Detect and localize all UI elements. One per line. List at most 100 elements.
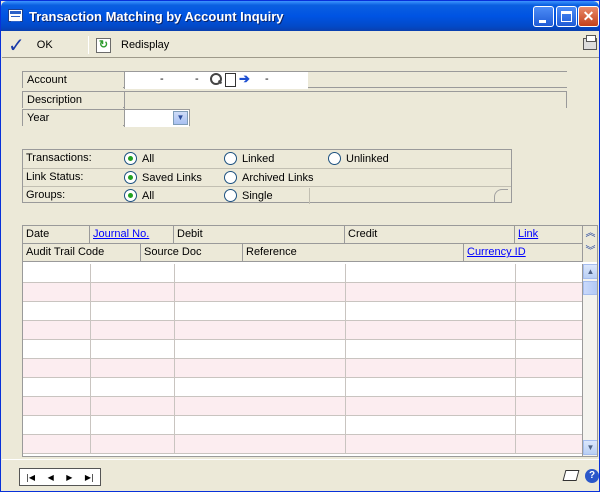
column-divider [515,435,516,453]
new-document-icon[interactable] [223,73,236,87]
transactions-all-radio[interactable]: All [124,152,154,165]
scroll-down-icon[interactable]: ▼ [583,440,597,455]
column-divider [515,378,516,396]
minimize-button[interactable] [533,6,554,27]
transactions-unlinked-radio[interactable]: Unlinked [328,152,389,165]
column-divider [174,340,175,358]
status-bar: |◀ ◀ ▶ ▶| ? [2,459,599,491]
window-icon [8,9,23,22]
table-row[interactable] [23,397,582,416]
title-bar[interactable]: Transaction Matching by Account Inquiry … [1,1,599,31]
column-divider [515,359,516,377]
table-row[interactable] [23,378,582,397]
column-divider [515,340,516,358]
description-label: Description [23,92,123,109]
maximize-button[interactable] [556,6,577,27]
column-divider [515,321,516,339]
column-divider [174,302,175,320]
radio-label: Saved Links [142,171,202,184]
toolbar-separator [88,36,89,54]
col-journal-no[interactable]: Journal No. [90,226,174,244]
groups-all-radio[interactable]: All [124,189,154,202]
printer-icon[interactable] [583,35,597,50]
table-row[interactable] [23,340,582,359]
table-row[interactable] [23,321,582,340]
column-divider [90,378,91,396]
saved-links-radio[interactable]: Saved Links [124,171,202,184]
previous-record-icon[interactable]: ◀ [48,473,54,482]
radio-label: Single [242,189,273,202]
filter-options: Transactions: All Linked Unlinked Link S… [22,149,512,204]
account-segment-separator: - [195,73,199,85]
col-debit: Debit [174,226,345,244]
redisplay-button[interactable]: ↻ Redisplay [96,35,169,55]
scroll-up-icon[interactable]: ▲ [583,264,597,279]
grid-header-row-2: Audit Trail Code Source Doc Reference Cu… [23,244,582,262]
column-divider [174,321,175,339]
help-icon[interactable]: ? [585,469,599,483]
radio-icon [328,152,341,165]
column-divider [90,302,91,320]
col-currency-id[interactable]: Currency ID [464,244,582,262]
column-divider [90,359,91,377]
transactions-row: Transactions: All Linked Unlinked [23,150,511,168]
column-divider [90,416,91,434]
column-divider [345,397,346,415]
group-field[interactable] [309,188,509,204]
column-divider [174,283,175,301]
column-divider [345,340,346,358]
column-divider [515,264,516,282]
col-reference: Reference [243,244,464,262]
description-row: Description [22,91,567,109]
column-divider [90,264,91,282]
year-select[interactable]: ▼ [124,110,189,127]
radio-icon [224,171,237,184]
link-status-label: Link Status: [26,171,84,183]
collapse-rows-icon[interactable]: ︽ [582,226,597,244]
radio-label: Linked [242,152,275,165]
column-divider [515,416,516,434]
table-row[interactable] [23,264,582,283]
col-date: Date [23,226,90,244]
redisplay-label: Redisplay [121,39,170,51]
description-field [124,92,566,109]
ok-button[interactable]: ✓ OK [8,35,53,55]
next-record-icon[interactable]: ▶ [66,473,72,482]
radio-selected-icon [124,171,137,184]
chevron-down-icon[interactable]: ▼ [173,111,188,125]
expand-rows-icon[interactable]: ︾ [582,244,597,262]
archived-links-radio[interactable]: Archived Links [224,171,314,184]
column-divider [90,397,91,415]
col-link[interactable]: Link [515,226,582,244]
column-divider [345,435,346,453]
groups-single-radio[interactable]: Single [224,189,273,202]
table-row[interactable] [23,302,582,321]
transactions-linked-radio[interactable]: Linked [224,152,274,165]
refresh-icon: ↻ [96,37,111,53]
close-button[interactable]: ✕ [578,6,599,27]
scroll-thumb[interactable] [583,281,597,295]
radio-icon [224,152,237,165]
column-divider [90,283,91,301]
account-row: Account - - - - ➔ [22,71,567,89]
table-row[interactable] [23,435,582,454]
table-row[interactable] [23,359,582,378]
column-divider [174,378,175,396]
table-row[interactable] [23,283,582,302]
vertical-scrollbar[interactable]: ▲ ▼ [582,264,597,456]
window-title: Transaction Matching by Account Inquiry [29,9,284,24]
arrow-right-icon[interactable]: ➔ [239,71,250,87]
transactions-grid: Date Journal No. Debit Credit Link ︽ Aud… [22,225,598,457]
transactions-label: Transactions: [26,152,92,164]
radio-selected-icon [124,189,137,202]
ok-label: OK [36,39,53,51]
table-row[interactable] [23,416,582,435]
search-icon[interactable] [209,73,222,86]
column-divider [515,283,516,301]
first-record-icon[interactable]: |◀ [26,473,35,482]
note-icon[interactable] [562,470,580,481]
link-status-row: Link Status: Saved Links Archived Links [23,168,511,186]
radio-icon [224,189,237,202]
last-record-icon[interactable]: ▶| [85,473,94,482]
radio-label: Unlinked [346,152,389,165]
